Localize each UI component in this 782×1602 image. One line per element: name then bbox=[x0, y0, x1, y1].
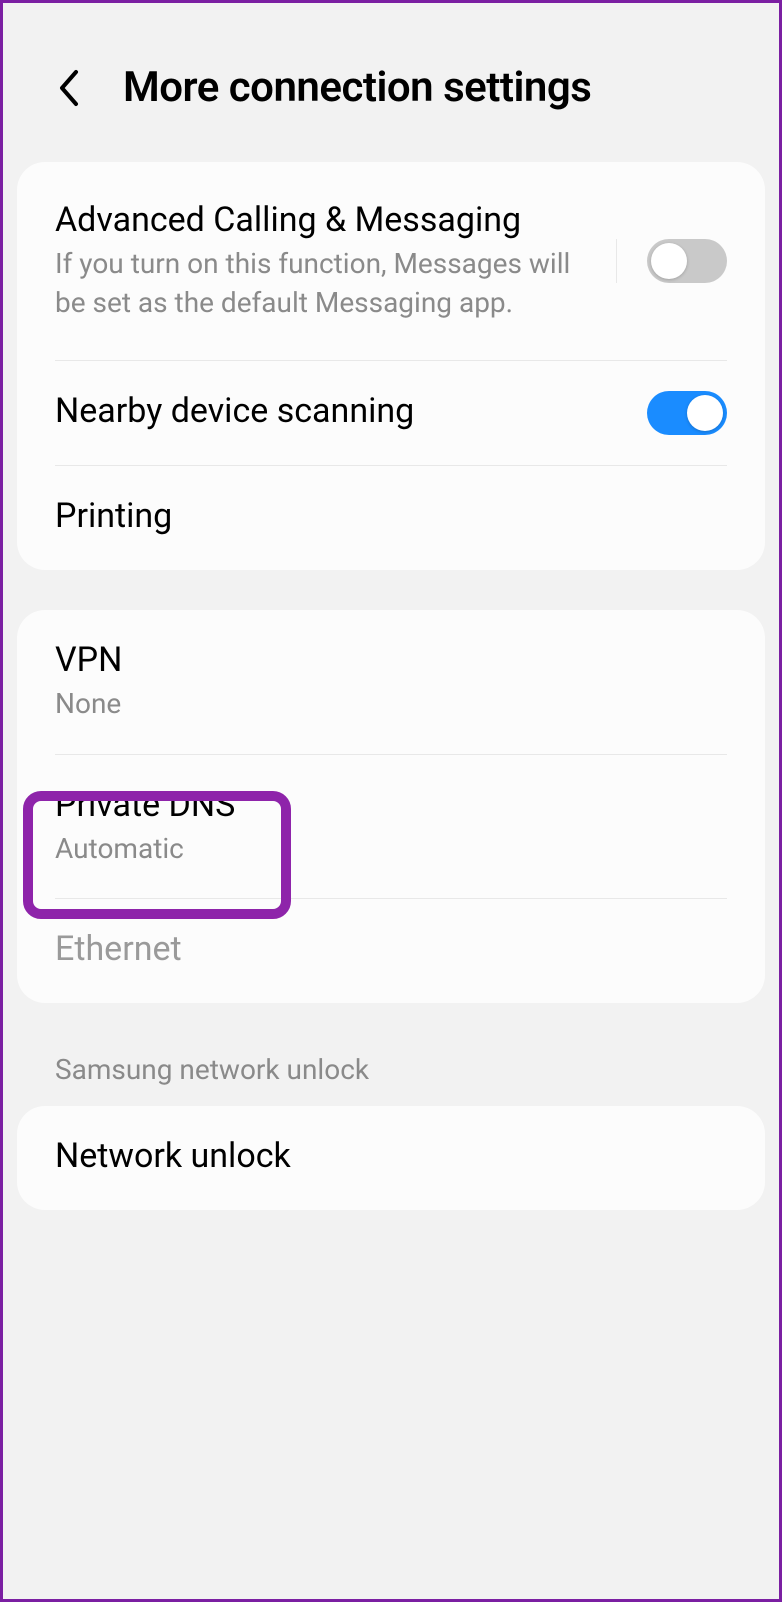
item-text: Nearby device scanning bbox=[55, 391, 647, 435]
item-title: Private DNS bbox=[55, 785, 727, 825]
toggle-knob bbox=[687, 395, 723, 431]
item-text: Ethernet bbox=[55, 929, 727, 973]
settings-group: Network unlock bbox=[17, 1106, 765, 1210]
settings-item-advanced-calling[interactable]: Advanced Calling & Messaging If you turn… bbox=[17, 162, 765, 360]
settings-group: Advanced Calling & Messaging If you turn… bbox=[17, 162, 765, 570]
item-text: Printing bbox=[55, 496, 727, 540]
settings-item-network-unlock[interactable]: Network unlock bbox=[17, 1106, 765, 1210]
item-title: VPN bbox=[55, 640, 727, 680]
chevron-left-icon bbox=[56, 68, 80, 108]
back-button[interactable] bbox=[53, 68, 83, 108]
item-text: VPN None bbox=[55, 640, 727, 723]
settings-group: VPN None Private DNS Automatic Ethernet bbox=[17, 610, 765, 1002]
toggle-container bbox=[647, 391, 727, 435]
item-text: Private DNS Automatic bbox=[55, 785, 727, 868]
item-text: Network unlock bbox=[55, 1136, 727, 1180]
settings-item-nearby-scanning[interactable]: Nearby device scanning bbox=[17, 361, 765, 465]
toggle-nearby-scanning[interactable] bbox=[647, 391, 727, 435]
item-text: Advanced Calling & Messaging If you turn… bbox=[55, 200, 596, 322]
item-title: Network unlock bbox=[55, 1136, 727, 1176]
item-subtitle: Automatic bbox=[55, 829, 727, 868]
settings-item-private-dns[interactable]: Private DNS Automatic bbox=[17, 755, 765, 898]
section-header: Samsung network unlock bbox=[3, 1043, 779, 1106]
item-title: Printing bbox=[55, 496, 727, 536]
settings-item-printing[interactable]: Printing bbox=[17, 466, 765, 570]
page-title: More connection settings bbox=[123, 63, 591, 112]
toggle-knob bbox=[651, 243, 687, 279]
toggle-advanced-calling[interactable] bbox=[647, 239, 727, 283]
settings-item-vpn[interactable]: VPN None bbox=[17, 610, 765, 753]
section-header-text: Samsung network unlock bbox=[55, 1053, 727, 1086]
toggle-container bbox=[616, 239, 727, 283]
item-title: Nearby device scanning bbox=[55, 391, 647, 431]
item-subtitle: If you turn on this function, Messages w… bbox=[55, 244, 596, 322]
item-title: Ethernet bbox=[55, 929, 727, 969]
header: More connection settings bbox=[3, 3, 779, 162]
item-title: Advanced Calling & Messaging bbox=[55, 200, 596, 240]
item-subtitle: None bbox=[55, 684, 727, 723]
settings-item-ethernet: Ethernet bbox=[17, 899, 765, 1003]
